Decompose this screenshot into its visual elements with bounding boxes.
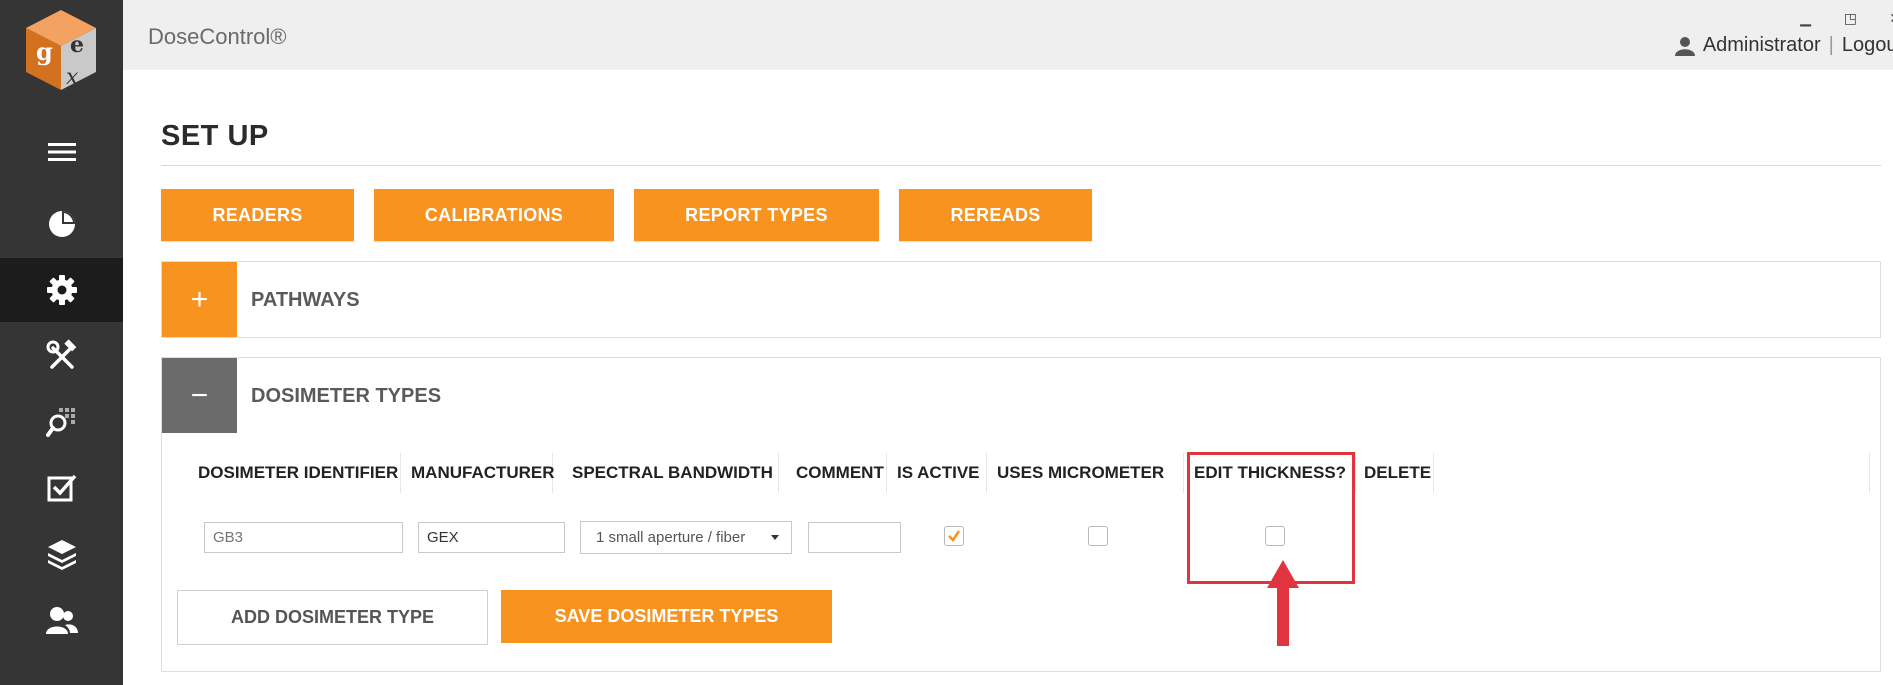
col-spectral-bandwidth: SPECTRAL BANDWIDTH [553, 453, 779, 493]
users-icon [45, 607, 78, 634]
pathways-expand-button[interactable]: + [162, 262, 237, 337]
tab-readers[interactable]: READERS [161, 189, 354, 241]
title-divider [161, 165, 1881, 166]
minimize-icon[interactable]: ▁ [1800, 10, 1811, 27]
sidebar-item-layers[interactable] [0, 522, 123, 586]
pie-chart-icon [48, 211, 75, 237]
page-title: SET UP [161, 120, 269, 152]
hamburger-icon [47, 143, 76, 161]
dosimeter-table-header: DOSIMETER IDENTIFIER MANUFACTURER SPECTR… [188, 453, 1870, 493]
dosimeter-types-title[interactable]: DOSIMETER TYPES [251, 385, 441, 408]
col-manufacturer: MANUFACTURER [401, 453, 555, 493]
sidebar-item-tasks[interactable] [0, 456, 123, 520]
svg-text:g: g [36, 37, 53, 66]
pathways-panel: + PATHWAYS [161, 261, 1881, 338]
is-active-checkbox[interactable] [944, 526, 964, 546]
sidebar: g e x [0, 0, 123, 685]
manufacturer-input[interactable] [418, 522, 565, 553]
col-uses-micrometer: USES MICROMETER [987, 453, 1184, 493]
layers-icon [47, 540, 76, 570]
user-separator: | [1828, 34, 1834, 56]
tools-icon [46, 339, 76, 369]
sidebar-item-search[interactable] [0, 390, 123, 454]
tab-calibrations[interactable]: CALIBRATIONS [374, 189, 614, 241]
uses-micrometer-checkbox[interactable] [1088, 526, 1108, 546]
comment-input[interactable] [808, 522, 901, 553]
sidebar-item-dashboard[interactable] [0, 192, 123, 256]
tab-report-types[interactable]: REPORT TYPES [634, 189, 879, 241]
dosimeter-types-panel: − DOSIMETER TYPES DOSIMETER IDENTIFIER M… [161, 357, 1881, 672]
app-title: DoseControl® [148, 24, 287, 49]
spectral-bandwidth-value: 1 small aperture / fiber [596, 529, 746, 546]
save-dosimeter-types-button[interactable]: SAVE DOSIMETER TYPES [501, 590, 832, 643]
svg-text:e: e [70, 32, 84, 58]
col-delete: DELETE [1356, 453, 1434, 493]
user-area: Administrator | Logout [1674, 34, 1893, 57]
top-header: DoseControl® ▁ ◳ ✕ Administrator | Logou… [123, 0, 1893, 70]
dosimeter-collapse-button[interactable]: − [162, 358, 237, 433]
search-grid-icon [45, 408, 75, 437]
sidebar-item-tools[interactable] [0, 324, 123, 388]
checkbox-icon [47, 474, 76, 502]
user-icon [1674, 36, 1695, 56]
svg-text:x: x [66, 65, 79, 90]
gex-logo: g e x [26, 10, 96, 90]
add-dosimeter-type-button[interactable]: ADD DOSIMETER TYPE [177, 590, 488, 645]
logout-link[interactable]: Logout [1842, 34, 1893, 57]
sidebar-item-menu[interactable] [0, 120, 123, 184]
user-name[interactable]: Administrator [1703, 34, 1821, 57]
sidebar-item-setup[interactable] [0, 258, 123, 322]
tab-rereads[interactable]: REREADS [899, 189, 1092, 241]
checkmark-icon [948, 530, 961, 542]
col-is-active: IS ACTIVE [887, 453, 987, 493]
dosimeter-identifier-input[interactable] [204, 522, 403, 553]
col-dosimeter-identifier: DOSIMETER IDENTIFIER [188, 453, 401, 493]
annotation-arrow-icon [1267, 560, 1299, 646]
close-icon[interactable]: ✕ [1889, 10, 1893, 27]
restore-icon[interactable]: ◳ [1844, 10, 1857, 27]
gear-icon [46, 275, 77, 305]
pathways-title[interactable]: PATHWAYS [251, 289, 360, 312]
spectral-bandwidth-select[interactable]: 1 small aperture / fiber [580, 521, 792, 554]
chevron-down-icon [771, 535, 779, 540]
sidebar-item-users[interactable] [0, 588, 123, 652]
col-comment: COMMENT [779, 453, 887, 493]
